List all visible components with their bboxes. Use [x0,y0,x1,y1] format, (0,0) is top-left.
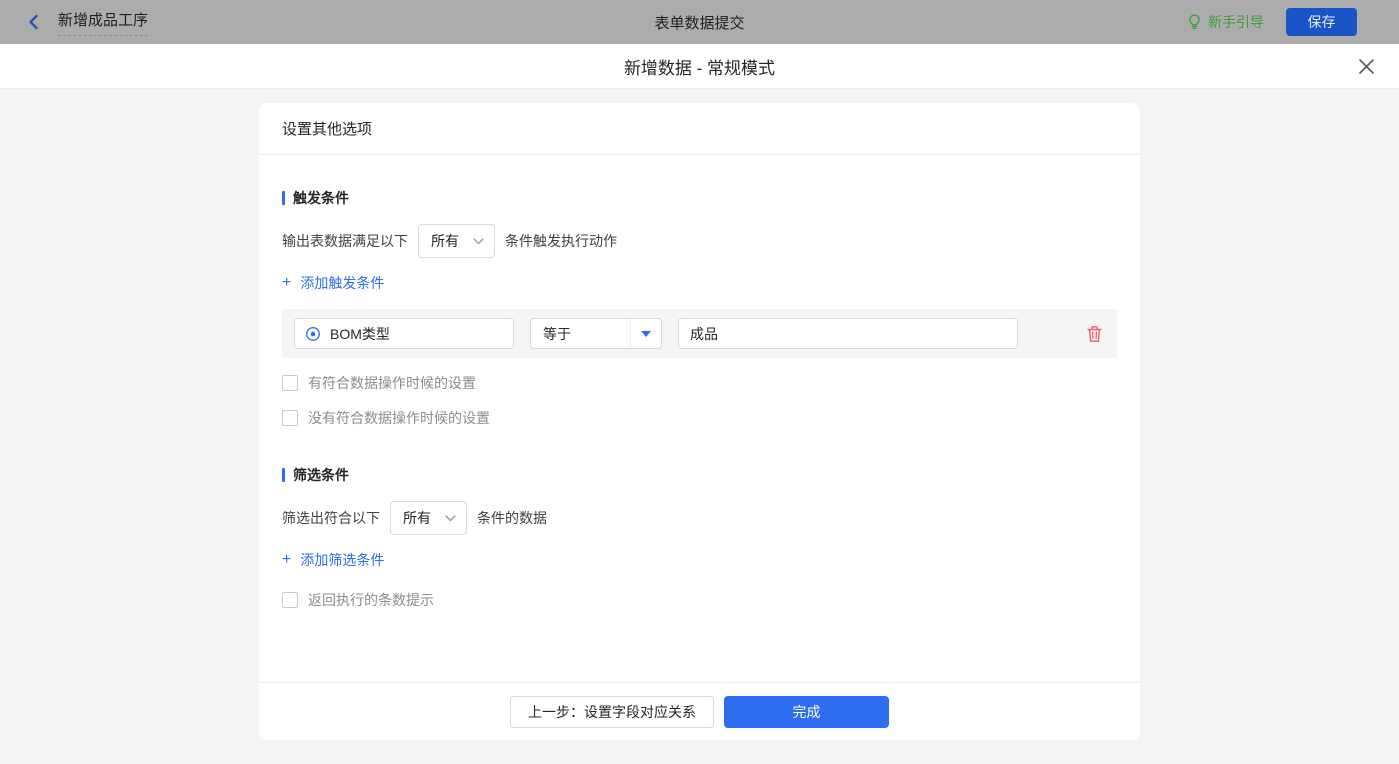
flow-title[interactable]: 新增成品工序 [58,9,148,36]
card-header: 设置其他选项 [259,103,1140,155]
topbar-actions: 新手引导 保存 [1187,8,1357,36]
beginner-guide-label: 新手引导 [1208,12,1264,32]
add-trigger-condition-link[interactable]: + 添加触发条件 [282,273,384,293]
trigger-match-select[interactable]: 所有 [418,224,495,258]
chevron-down-icon [445,515,456,522]
trigger-section-title: 触发条件 [282,188,1117,208]
card-footer: 上一步：设置字段对应关系 完成 [259,682,1140,740]
chevron-down-icon [473,238,484,245]
trash-icon[interactable] [1085,325,1103,343]
filter-section: 筛选条件 筛选出符合以下 所有 条件的数据 + 添加筛选条件 [282,465,1117,610]
trigger-section-label: 触发条件 [293,188,349,208]
back-chevron-icon[interactable] [24,12,44,32]
condition-operator-select[interactable]: 等于 [530,318,662,349]
filter-match-select[interactable]: 所有 [390,501,467,535]
trigger-sentence-suffix: 条件触发执行动作 [505,231,617,251]
filter-match-select-value: 所有 [403,508,431,528]
beginner-guide-link[interactable]: 新手引导 [1187,12,1264,32]
close-icon[interactable] [1356,56,1376,76]
previous-step-button[interactable]: 上一步：设置字段对应关系 [510,696,714,728]
filter-sentence-suffix: 条件的数据 [477,508,547,528]
add-filter-condition-link[interactable]: + 添加筛选条件 [282,550,384,570]
filter-section-title: 筛选条件 [282,465,1117,485]
section-accent-bar [282,191,285,205]
condition-field-select[interactable]: BOM类型 [294,318,514,349]
add-filter-condition-label: 添加筛选条件 [300,550,384,570]
modal-body: 设置其他选项 触发条件 输出表数据满足以下 所有 条件触发执行动作 + [0,103,1399,764]
checkbox-no-match-settings-label: 没有符合数据操作时候的设置 [308,408,490,428]
condition-operator-value: 等于 [531,324,630,344]
checkbox-icon [282,410,298,426]
checkbox-match-settings[interactable]: 有符合数据操作时候的设置 [282,373,1117,393]
checkbox-no-match-settings[interactable]: 没有符合数据操作时候的设置 [282,408,1117,428]
condition-field-value: BOM类型 [330,324,390,344]
checkbox-match-settings-label: 有符合数据操作时候的设置 [308,373,476,393]
options-card: 设置其他选项 触发条件 输出表数据满足以下 所有 条件触发执行动作 + [259,103,1140,740]
condition-value-input[interactable] [678,318,1018,349]
filter-sentence-prefix: 筛选出符合以下 [282,508,380,528]
radio-field-icon [305,326,321,342]
top-bar: 新增成品工序 表单数据提交 新手引导 保存 [0,0,1399,44]
card-header-title: 设置其他选项 [282,118,372,139]
trigger-match-select-value: 所有 [431,231,459,251]
plus-icon: + [282,275,291,291]
trigger-condition-row: BOM类型 等于 [282,309,1117,358]
trigger-sentence: 输出表数据满足以下 所有 条件触发执行动作 [282,224,1117,258]
checkbox-count-tip-label: 返回执行的条数提示 [308,590,434,610]
checkbox-count-tip[interactable]: 返回执行的条数提示 [282,590,1117,610]
section-accent-bar [282,468,285,482]
save-button[interactable]: 保存 [1286,8,1357,36]
lightbulb-icon [1187,14,1202,30]
modal-header: 新增数据 - 常规模式 [0,44,1399,89]
done-button[interactable]: 完成 [724,696,889,728]
checkbox-icon [282,592,298,608]
add-trigger-condition-label: 添加触发条件 [300,273,384,293]
modal-title: 新增数据 - 常规模式 [624,54,775,79]
filter-section-label: 筛选条件 [293,465,349,485]
plus-icon: + [282,552,291,568]
filter-sentence: 筛选出符合以下 所有 条件的数据 [282,501,1117,535]
card-body: 触发条件 输出表数据满足以下 所有 条件触发执行动作 + 添加触发条件 [259,155,1140,682]
node-title: 表单数据提交 [654,12,744,33]
caret-down-icon [630,319,661,348]
checkbox-icon [282,375,298,391]
trigger-sentence-prefix: 输出表数据满足以下 [282,231,408,251]
